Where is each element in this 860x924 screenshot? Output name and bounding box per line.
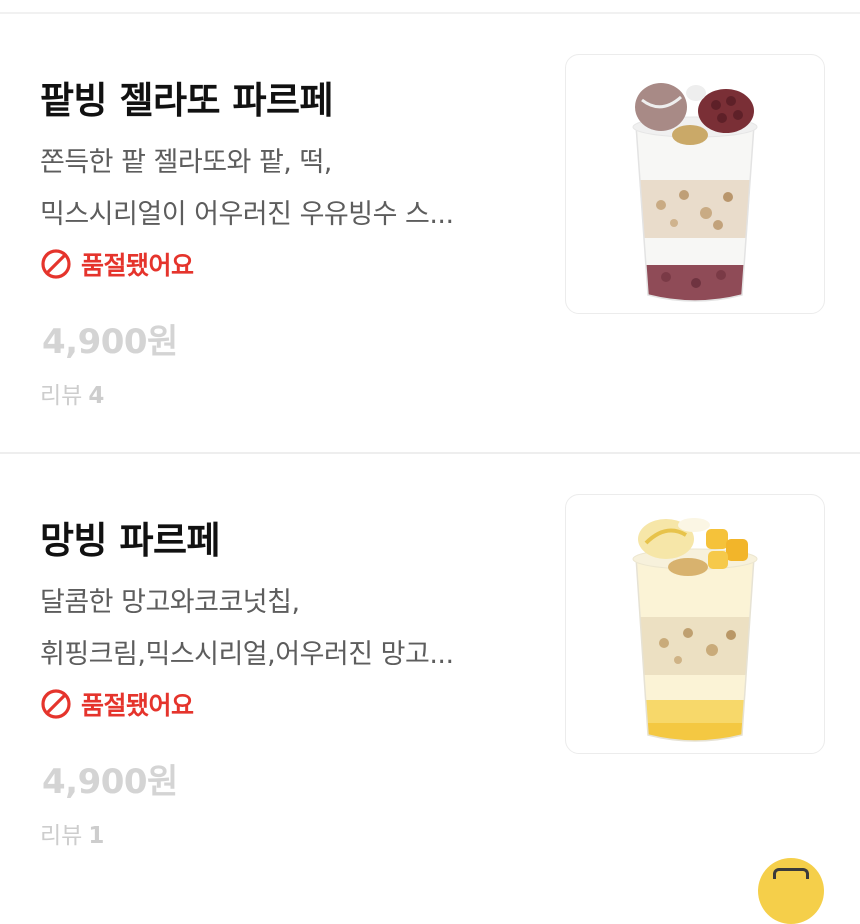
- mango-parfait-cup-image: [632, 518, 758, 742]
- review-label: 리뷰: [40, 383, 83, 409]
- sold-out-text: 품절됐어요: [81, 691, 194, 720]
- scan-icon: [773, 868, 809, 879]
- description-line: 휘핑크림,믹스시리얼,어우러진 망고...: [40, 639, 454, 670]
- prohibited-icon: [41, 249, 71, 279]
- sold-out-badge: 품절됐어요: [40, 687, 194, 721]
- menu-item-description: 쫀득한 팥 젤라또와 팥, 떡, 믹스시리얼이 어우러진 우유빙수 스...: [40, 137, 530, 241]
- review-count[interactable]: 리뷰 1: [40, 816, 104, 850]
- redbean-parfait-cup-image: [632, 83, 758, 302]
- menu-item-mango-parfait[interactable]: 망빙 파르페 달콤한 망고와코코넛칩, 휘핑크림,믹스시리얼,어우러진 망고..…: [0, 454, 860, 883]
- menu-item-title: 망빙 파르페: [40, 519, 221, 562]
- sold-out-badge: 품절됐어요: [40, 247, 194, 281]
- menu-item-price: 4,900원: [42, 762, 178, 802]
- menu-item-description: 달콤한 망고와코코넛칩, 휘핑크림,믹스시리얼,어우러진 망고...: [40, 577, 530, 681]
- sold-out-text: 품절됐어요: [81, 251, 194, 280]
- review-number: 4: [88, 383, 105, 409]
- description-line: 쫀득한 팥 젤라또와 팥, 떡,: [40, 147, 332, 178]
- menu-item-thumbnail[interactable]: [565, 494, 825, 754]
- description-line: 믹스시리얼이 어우러진 우유빙수 스...: [40, 199, 454, 230]
- prohibited-icon: [41, 689, 71, 719]
- review-label: 리뷰: [40, 823, 83, 849]
- description-line: 달콤한 망고와코코넛칩,: [40, 587, 300, 618]
- review-number: 1: [88, 823, 105, 849]
- menu-item-redbean-parfait[interactable]: 팥빙 젤라또 파르페 쫀득한 팥 젤라또와 팥, 떡, 믹스시리얼이 어우러진 …: [0, 14, 860, 452]
- floating-action-button[interactable]: [758, 858, 824, 924]
- menu-item-title: 팥빙 젤라또 파르페: [40, 79, 334, 122]
- menu-item-price: 4,900원: [42, 322, 178, 362]
- review-count[interactable]: 리뷰 4: [40, 376, 104, 410]
- menu-item-thumbnail[interactable]: [565, 54, 825, 314]
